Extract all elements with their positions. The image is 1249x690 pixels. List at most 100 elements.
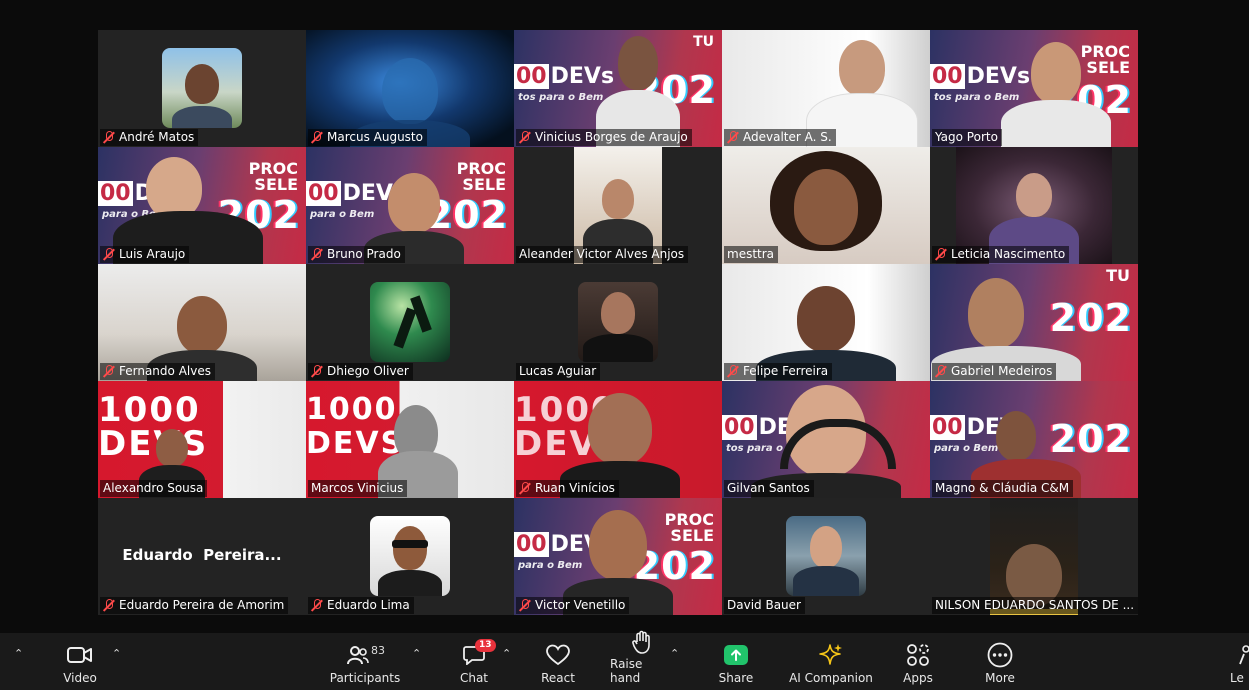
apps-icon bbox=[904, 642, 932, 668]
more-button[interactable]: More bbox=[980, 633, 1020, 690]
participant-tile[interactable]: NILSON EDUARDO SANTOS DE ... bbox=[930, 498, 1138, 615]
sparkle-icon bbox=[817, 642, 845, 668]
participant-name-tag: Gabriel Medeiros bbox=[932, 363, 1057, 380]
chat-options-caret-icon[interactable]: ⌃ bbox=[502, 647, 511, 660]
participant-tile[interactable]: Marcus Augusto bbox=[306, 30, 514, 147]
muted-mic-icon bbox=[103, 131, 115, 144]
banner-small-bottom: SELE bbox=[1086, 58, 1130, 77]
participant-name-tag: Magno & Cláudia C&M bbox=[932, 480, 1074, 497]
participant-name: André Matos bbox=[119, 130, 195, 144]
participant-name: Eduardo Lima bbox=[327, 598, 410, 612]
muted-mic-icon bbox=[935, 365, 947, 378]
participant-tile[interactable]: 00 DEVs para o Bem PROC SELE 202 Bruno Pra… bbox=[306, 147, 514, 264]
banner-prefix: 00 bbox=[98, 181, 133, 206]
participant-name: Bruno Prado bbox=[327, 247, 401, 261]
participant-name-tag: Leticia Nascimento bbox=[932, 246, 1070, 263]
apps-button[interactable]: Apps bbox=[898, 633, 938, 690]
reactions-options-caret-icon[interactable]: ⌃ bbox=[670, 647, 679, 660]
participant-name: Marcos Vinicius bbox=[311, 481, 404, 495]
participant-name: Dhiego Oliver bbox=[327, 364, 409, 378]
participant-name-tag: Felipe Ferreira bbox=[724, 363, 833, 380]
participant-tile[interactable]: 00DEVs tos para o Bem Gilvan Santos bbox=[722, 381, 930, 498]
participant-tile[interactable]: Adevalter A. S. bbox=[722, 30, 930, 147]
more-label: More bbox=[985, 671, 1015, 685]
participant-name-tag: Yago Porto bbox=[932, 129, 1002, 146]
participant-name: NILSON EDUARDO SANTOS DE ... bbox=[935, 598, 1135, 612]
participant-tile-active-speaker[interactable]: Lucas Aguiar bbox=[514, 264, 722, 381]
participant-name-tag: Gilvan Santos bbox=[724, 480, 814, 497]
participant-name-tag: Dhiego Oliver bbox=[308, 363, 413, 380]
audio-options-caret-icon[interactable]: ⌃ bbox=[14, 647, 23, 660]
participants-button[interactable]: 83 Participants bbox=[329, 633, 401, 690]
participant-name: Magno & Cláudia C&M bbox=[935, 481, 1070, 495]
meeting-toolbar: ⌃ Video ⌃ 83 Participants ⌃ 13 Chat ⌃ Re… bbox=[0, 630, 1249, 690]
raise-hand-button[interactable]: Raise hand bbox=[610, 630, 674, 690]
participant-name-tag: Ruan Vinícios bbox=[516, 480, 619, 497]
leave-icon bbox=[1230, 642, 1249, 668]
participant-tile[interactable]: 00 DEVs para o Bem PROC SELE 202 Victor Ve… bbox=[514, 498, 722, 615]
apps-label: Apps bbox=[903, 671, 933, 685]
participant-tile[interactable]: Eduardo Lima bbox=[306, 498, 514, 615]
participant-name-tag: Bruno Prado bbox=[308, 246, 405, 263]
leave-button[interactable]: Le bbox=[1230, 633, 1249, 690]
more-dots-icon bbox=[986, 642, 1014, 668]
leave-label: Le bbox=[1230, 671, 1244, 685]
participant-tile[interactable]: 1000 DEVS Alexandro Sousa bbox=[98, 381, 306, 498]
participant-name-tag: Eduardo Pereira de Amorim bbox=[100, 597, 289, 614]
banner-tu: TU bbox=[693, 34, 714, 50]
muted-mic-icon bbox=[103, 248, 115, 261]
participant-tile[interactable]: André Matos bbox=[98, 30, 306, 147]
participant-name-tag: Lucas Aguiar bbox=[516, 363, 601, 380]
banner-prefix: 00 bbox=[930, 64, 965, 89]
banner-sub: tos para o Bem bbox=[518, 92, 604, 103]
muted-mic-icon bbox=[311, 248, 323, 261]
participant-name: Vinicius Borges de Araujo bbox=[535, 130, 688, 144]
participant-tile[interactable]: Aleander Victor Alves Anjos bbox=[514, 147, 722, 264]
muted-mic-icon bbox=[727, 131, 739, 144]
video-options-caret-icon[interactable]: ⌃ bbox=[112, 647, 121, 660]
participant-name-tag: Alexandro Sousa bbox=[100, 480, 208, 497]
participants-options-caret-icon[interactable]: ⌃ bbox=[412, 647, 421, 660]
banner-sub: tos para o Bem bbox=[934, 92, 1020, 103]
banner-devs: DEVs bbox=[550, 64, 615, 89]
participants-label: Participants bbox=[329, 671, 401, 685]
participant-tile[interactable]: 00 DEVs tos para o Bem PROC SELE 202 Yago … bbox=[930, 30, 1138, 147]
participant-tile[interactable]: Leticia Nascimento bbox=[930, 147, 1138, 264]
react-button[interactable]: React bbox=[538, 633, 578, 690]
video-grid: André Matos Marcus Augusto 00 DEVs tos pa… bbox=[98, 30, 1138, 615]
participant-name: Eduardo Pereira de Amorim bbox=[119, 598, 285, 612]
participant-tile[interactable]: David Bauer bbox=[722, 498, 930, 615]
banner-big: 202 bbox=[1049, 417, 1132, 461]
participant-tile[interactable]: Fernando Alves bbox=[98, 264, 306, 381]
muted-mic-icon bbox=[519, 482, 531, 495]
muted-mic-icon bbox=[727, 365, 739, 378]
muted-mic-icon bbox=[311, 365, 323, 378]
banner-sub: para o Bem bbox=[934, 443, 999, 454]
participant-tile[interactable]: 00DEVs para o Bem 202 Magno & Cláudia C&… bbox=[930, 381, 1138, 498]
participant-name: Aleander Victor Alves Anjos bbox=[519, 247, 685, 261]
participant-avatar bbox=[370, 282, 450, 362]
participant-tile[interactable]: TU 202 Gabriel Medeiros bbox=[930, 264, 1138, 381]
muted-mic-icon bbox=[311, 131, 323, 144]
participant-tile[interactable]: 1000 DEVS Marcos Vinicius bbox=[306, 381, 514, 498]
ai-companion-button[interactable]: AI Companion bbox=[788, 633, 874, 690]
participant-tile[interactable]: 1000 DEVS Ruan Vinícios bbox=[514, 381, 722, 498]
banner-prefix: 00 bbox=[514, 532, 549, 557]
participant-name-tag: Marcos Vinicius bbox=[308, 480, 408, 497]
share-button[interactable]: Share bbox=[716, 633, 756, 690]
participant-name: Adevalter A. S. bbox=[743, 130, 832, 144]
participant-tile[interactable]: mesttra bbox=[722, 147, 930, 264]
muted-mic-icon bbox=[935, 248, 947, 261]
chat-button[interactable]: 13 Chat bbox=[454, 633, 496, 690]
participant-tile[interactable]: 00 DEVs tos para o Bem 202 TU Vinicius Bo… bbox=[514, 30, 722, 147]
participant-tile[interactable]: Eduardo Pereira... Eduardo Pereira de Am… bbox=[98, 498, 306, 615]
muted-mic-icon bbox=[103, 599, 115, 612]
banner-red-2: DEVS bbox=[98, 424, 209, 464]
participant-name-tag: André Matos bbox=[100, 129, 199, 146]
participant-tile[interactable]: Dhiego Oliver bbox=[306, 264, 514, 381]
participant-tile[interactable]: 00DEVs para o Bem PROCSELE 202 Luis Arau… bbox=[98, 147, 306, 264]
participant-name-tag: mesttra bbox=[724, 246, 779, 263]
participant-tile[interactable]: Felipe Ferreira bbox=[722, 264, 930, 381]
banner-sub: para o Bem bbox=[518, 560, 583, 571]
video-button[interactable]: Video bbox=[58, 633, 102, 690]
